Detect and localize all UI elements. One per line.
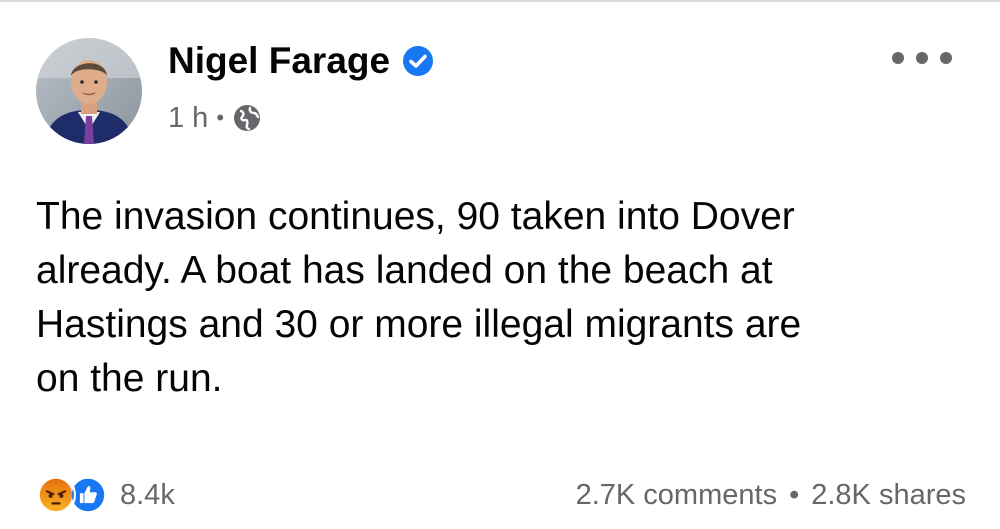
post-meta: 1 h •: [168, 98, 262, 138]
top-divider: [0, 0, 1000, 2]
post-body-text: The invasion continues, 90 taken into Do…: [36, 195, 802, 400]
more-dot: [916, 52, 928, 64]
more-dot: [940, 52, 952, 64]
author-name-text[interactable]: Nigel Farage: [168, 38, 390, 84]
post-timestamp[interactable]: 1 h: [168, 98, 208, 138]
angry-reaction-icon: [36, 475, 76, 515]
shares-count-link[interactable]: 2.8K shares: [811, 475, 966, 515]
globe-icon: [234, 105, 261, 131]
more-dot: [892, 52, 904, 64]
engagement-summary: 2.7K comments • 2.8K shares: [576, 475, 966, 515]
meta-separator: •: [216, 105, 225, 130]
verified-badge-icon: [403, 46, 434, 76]
reactions-summary[interactable]: 8.4k: [36, 475, 175, 515]
comments-count-link[interactable]: 2.7K comments: [576, 475, 777, 515]
more-options-icon[interactable]: [892, 46, 952, 70]
avatar-image: [36, 38, 142, 144]
engagement-separator: •: [789, 479, 800, 511]
avatar[interactable]: [36, 38, 142, 144]
post-author[interactable]: Nigel Farage: [168, 38, 434, 84]
reaction-count: 8.4k: [120, 478, 175, 511]
